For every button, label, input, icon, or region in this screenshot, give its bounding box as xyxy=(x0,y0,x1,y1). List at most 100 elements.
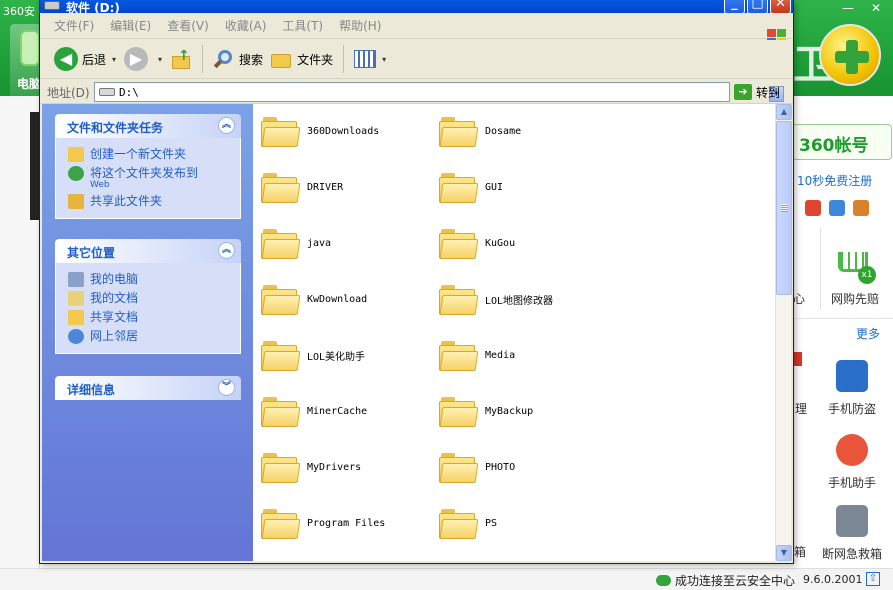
folder-name: GUI xyxy=(485,181,504,193)
folder-item[interactable]: Program Files xyxy=(261,503,385,543)
folder-item[interactable]: Dosame xyxy=(439,111,521,151)
back-label: 后退 xyxy=(82,52,107,67)
shared-documents-icon xyxy=(68,310,84,325)
task-publish-web[interactable]: 将这个文件夹发布到 Web xyxy=(68,165,230,190)
folder-name: PS xyxy=(485,517,498,529)
go-button[interactable]: ➜ 转到 xyxy=(734,82,780,102)
menu-favorites[interactable]: 收藏(A) xyxy=(217,17,275,34)
place-network[interactable]: 网上邻居 xyxy=(68,328,230,344)
folder-icon xyxy=(261,339,301,371)
folder-item[interactable]: KuGou xyxy=(439,223,515,263)
folder-item[interactable]: 360Downloads xyxy=(261,111,379,151)
upgrade-icon[interactable]: ⇧ xyxy=(866,572,880,586)
chevron-up-icon[interactable]: ︽ xyxy=(218,242,235,259)
folder-item[interactable]: MyDrivers xyxy=(261,447,361,487)
search-button[interactable]: 搜索 xyxy=(209,43,267,75)
task-share-folder[interactable]: 共享此文件夹 xyxy=(68,193,230,209)
folders-icon xyxy=(271,50,293,68)
folder-item[interactable]: java xyxy=(261,223,331,263)
vertical-scrollbar[interactable]: ▲ ▼ xyxy=(775,104,792,561)
tool-phone-assistant[interactable]: 手机助手 xyxy=(822,434,882,491)
folder-item[interactable]: MinerCache xyxy=(261,391,367,431)
folder-front xyxy=(439,295,479,315)
menu-edit[interactable]: 编辑(E) xyxy=(102,17,159,34)
message-icon[interactable] xyxy=(853,200,869,216)
shopping-protection-label[interactable]: 网购先赔 xyxy=(831,290,879,307)
task-label-wrap: 将这个文件夹发布到 Web xyxy=(90,165,198,190)
task-new-folder[interactable]: 创建一个新文件夹 xyxy=(68,146,230,162)
phone-assistant-icon xyxy=(836,434,868,466)
account-button[interactable]: 360帐号 xyxy=(792,124,892,160)
register-link[interactable]: 10秒免费注册 xyxy=(797,172,872,189)
tool-network-rescue[interactable]: 断网急救箱 xyxy=(822,505,882,562)
folder-front xyxy=(261,127,301,147)
address-bar: 地址(D) D:\ ▾ ➜ 转到 xyxy=(40,80,793,104)
mail-icon[interactable] xyxy=(829,200,845,216)
folder-icon xyxy=(261,171,301,203)
tool-phone-antitheft[interactable]: 手机防盗 xyxy=(822,360,882,417)
folders-button[interactable]: 文件夹 xyxy=(267,43,337,75)
cloud-icon xyxy=(656,575,671,586)
place-my-documents[interactable]: 我的文档 xyxy=(68,290,230,306)
folder-item[interactable]: KwDownload xyxy=(261,279,367,319)
folder-item[interactable]: LOL地图修改器 xyxy=(439,279,553,319)
up-folder-button[interactable]: ↑ xyxy=(166,43,196,75)
tool-label: 手机助手 xyxy=(827,476,876,490)
drive-icon xyxy=(44,1,60,10)
phone-antitheft-icon xyxy=(836,360,868,392)
close-button[interactable]: ✕ xyxy=(770,0,791,14)
flag-green xyxy=(777,29,786,37)
task-label: 网上邻居 xyxy=(90,329,139,343)
folder-name: Program Files xyxy=(307,517,386,529)
address-input[interactable]: D:\ ▾ xyxy=(94,82,784,102)
panel-header[interactable]: 文件和文件夹任务 ︽ xyxy=(55,114,241,138)
scroll-down-button[interactable]: ▼ xyxy=(776,545,792,561)
app-close-button[interactable]: ✕ xyxy=(863,0,889,16)
folder-icon xyxy=(261,507,301,539)
place-my-computer[interactable]: 我的电脑 xyxy=(68,271,230,287)
maximize-button[interactable]: □ xyxy=(747,0,768,14)
minimize-button[interactable]: _ xyxy=(724,0,745,14)
app-minimize-button[interactable]: — xyxy=(835,0,861,16)
views-button[interactable]: ▾ xyxy=(350,43,390,75)
publish-web-icon xyxy=(68,166,84,181)
chevron-up-icon[interactable]: ︽ xyxy=(218,117,235,134)
folder-item[interactable]: PS xyxy=(439,503,497,543)
chevron-down-icon[interactable]: ▾ xyxy=(158,55,162,64)
gift-icon[interactable] xyxy=(805,200,821,216)
task-sublabel: Web xyxy=(90,180,110,190)
menu-view[interactable]: 查看(V) xyxy=(159,17,217,34)
panel-title: 详细信息 xyxy=(67,383,116,397)
panel-header[interactable]: 详细信息 ︾ xyxy=(55,376,241,400)
panel-header[interactable]: 其它位置 ︽ xyxy=(55,239,241,263)
menu-help[interactable]: 帮助(H) xyxy=(331,17,389,34)
search-label: 搜索 xyxy=(239,52,264,67)
search-icon xyxy=(213,48,235,70)
menu-tools[interactable]: 工具(T) xyxy=(274,17,331,34)
folder-item[interactable]: DRIVER xyxy=(261,167,343,207)
scroll-up-button[interactable]: ▲ xyxy=(776,104,792,120)
chevron-down-icon[interactable]: ▾ xyxy=(382,55,386,64)
toolbar-separator xyxy=(343,45,345,73)
place-shared-documents[interactable]: 共享文档 xyxy=(68,309,230,325)
menu-file[interactable]: 文件(F) xyxy=(46,17,102,34)
folder-item[interactable]: MyBackup xyxy=(439,391,533,431)
folder-icon xyxy=(261,395,301,427)
title-bar[interactable]: 软件 (D:) _ □ ✕ xyxy=(40,0,793,15)
tool-label: 断网急救箱 xyxy=(822,547,883,561)
divider xyxy=(820,228,821,310)
cloud-status: 成功连接至云安全中心 xyxy=(656,572,795,589)
folder-item[interactable]: PHOTO xyxy=(439,447,515,487)
folder-item[interactable]: LOL美化助手 xyxy=(261,335,365,375)
panel-title: 文件和文件夹任务 xyxy=(67,121,164,135)
scroll-thumb[interactable] xyxy=(776,121,792,295)
back-button[interactable]: ◀ 后退 ▾ xyxy=(50,43,120,75)
chevron-down-icon[interactable]: ︾ xyxy=(218,379,235,396)
chevron-down-icon[interactable]: ▾ xyxy=(112,55,116,64)
more-link[interactable]: 更多 xyxy=(856,325,880,342)
shopping-cart-icon[interactable]: x1 xyxy=(836,246,876,284)
forward-button[interactable]: ▶ ▾ xyxy=(120,43,166,75)
folder-item[interactable]: GUI xyxy=(439,167,503,207)
folder-icon xyxy=(439,227,479,259)
folder-item[interactable]: Media xyxy=(439,335,515,375)
